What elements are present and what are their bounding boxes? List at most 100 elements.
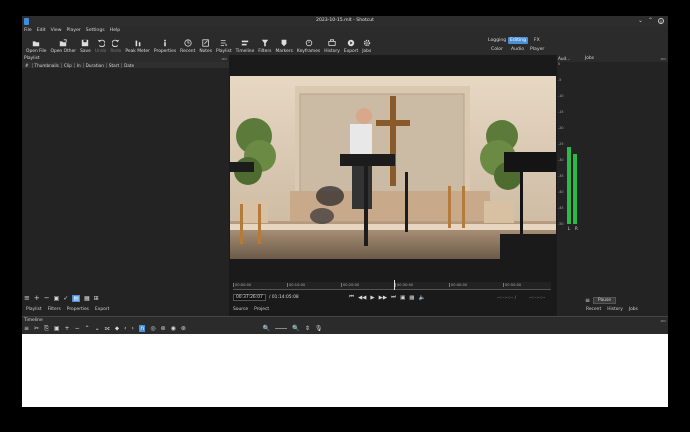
tab-filters[interactable]: Filters bbox=[48, 307, 61, 312]
menu-icon[interactable]: ≡ bbox=[24, 325, 29, 332]
record-audio-icon[interactable]: 🎙 bbox=[315, 325, 323, 332]
layout-color[interactable]: Color bbox=[491, 47, 503, 52]
layout-fx[interactable]: FX bbox=[534, 38, 540, 43]
menu-settings[interactable]: Settings bbox=[86, 28, 105, 33]
tiles-view-icon[interactable]: ▦ bbox=[84, 295, 90, 302]
append-icon[interactable]: + bbox=[65, 325, 70, 332]
check-icon[interactable]: ✓ bbox=[63, 295, 68, 302]
zoom-slider[interactable] bbox=[275, 327, 288, 329]
history-button[interactable]: History bbox=[322, 36, 342, 54]
add-icon[interactable]: + bbox=[34, 294, 40, 302]
menu-icon[interactable]: ≡ bbox=[24, 294, 30, 302]
ripple-all-icon[interactable]: ◉ bbox=[171, 325, 176, 332]
zoom-in-icon[interactable]: 🔍 bbox=[292, 325, 299, 332]
open-other-button[interactable]: Open Other bbox=[48, 36, 78, 54]
playhead[interactable] bbox=[393, 280, 395, 290]
column-header[interactable]: Start bbox=[107, 62, 123, 68]
update-icon[interactable]: ▣ bbox=[54, 295, 60, 302]
meter-channel-left: L bbox=[568, 226, 571, 231]
jobs-menu-icon[interactable]: ≡ bbox=[585, 297, 590, 304]
column-header[interactable]: Duration bbox=[84, 62, 107, 68]
peak-meter-button[interactable]: Peak Meter bbox=[123, 36, 152, 54]
play-icon[interactable]: ▶ bbox=[370, 295, 374, 301]
tab-jobs[interactable]: Jobs bbox=[629, 307, 638, 312]
timeline-button[interactable]: Timeline bbox=[234, 36, 257, 54]
layout-editing[interactable]: Editing bbox=[508, 37, 528, 44]
menu-help[interactable]: Help bbox=[110, 28, 120, 33]
zoom-icon[interactable]: ▣ bbox=[400, 295, 405, 301]
skip-to-start-icon[interactable]: ⏮ bbox=[349, 294, 354, 301]
pause-button[interactable]: Pause bbox=[593, 297, 616, 304]
timeline-tracks[interactable] bbox=[22, 334, 668, 407]
ruler-tick-label: 00:20:00 bbox=[341, 283, 360, 287]
menu-file[interactable]: File bbox=[24, 28, 32, 33]
volume-icon[interactable]: 🔈 bbox=[418, 295, 425, 301]
filters-button[interactable]: Filters bbox=[256, 36, 273, 54]
notes-button[interactable]: Notes bbox=[197, 36, 214, 54]
fast-forward-icon[interactable]: ▶▶ bbox=[379, 295, 387, 301]
panel-float-icon[interactable]: ▫▫ bbox=[661, 56, 666, 61]
paste-icon[interactable]: ▣ bbox=[54, 325, 60, 332]
save-button[interactable]: Save bbox=[78, 36, 93, 54]
jobs-button[interactable]: Jobs bbox=[360, 36, 373, 54]
details-view-icon[interactable]: ▤ bbox=[72, 294, 80, 302]
tab-history[interactable]: History bbox=[607, 307, 623, 312]
panel-float-icon[interactable]: ▫▫ bbox=[222, 56, 227, 61]
remove-icon[interactable]: − bbox=[44, 294, 50, 302]
redo-button[interactable]: Redo bbox=[108, 36, 123, 54]
previous-marker-icon[interactable]: ‹ bbox=[124, 325, 126, 332]
next-marker-icon[interactable]: › bbox=[132, 325, 134, 332]
minimize-icon[interactable]: ⌄ bbox=[638, 18, 643, 24]
keyframes-button[interactable]: Keyframes bbox=[295, 36, 322, 54]
open-file-button[interactable]: Open File bbox=[24, 36, 48, 54]
cut-icon[interactable]: ✂ bbox=[34, 325, 39, 332]
panel-float-icon[interactable]: ▫▫ bbox=[661, 318, 666, 323]
ripple-markers-icon[interactable]: ⊛ bbox=[181, 325, 186, 332]
properties-button[interactable]: Properties bbox=[152, 36, 178, 54]
ripple-delete-icon[interactable]: − bbox=[75, 325, 80, 332]
window-title: 2023-10-15.mlt - Shotcut bbox=[316, 18, 374, 23]
close-icon[interactable]: × bbox=[658, 18, 664, 24]
ripple-icon[interactable]: ⊚ bbox=[161, 325, 166, 332]
split-icon[interactable]: ⟗ bbox=[105, 325, 110, 332]
marker-icon[interactable]: ⬥ bbox=[115, 325, 119, 332]
column-header[interactable]: # bbox=[22, 62, 33, 68]
tab-project[interactable]: Project bbox=[254, 307, 269, 312]
player-ruler[interactable]: 00:00:00 00:10:00 00:20:00 00:30:00 00:40:00… bbox=[233, 280, 551, 290]
layout-logging[interactable]: Logging bbox=[488, 38, 506, 43]
tab-recent[interactable]: Recent bbox=[586, 307, 601, 312]
tab-playlist[interactable]: Playlist bbox=[26, 307, 42, 312]
layout-audio[interactable]: Audio bbox=[511, 47, 524, 52]
layout-player[interactable]: Player bbox=[530, 47, 544, 52]
snap-icon[interactable]: ∩ bbox=[138, 324, 146, 332]
column-header[interactable]: Thumbnails bbox=[33, 62, 62, 68]
recent-button[interactable]: Recent bbox=[178, 36, 197, 54]
playlist-button[interactable]: Playlist bbox=[214, 36, 234, 54]
copy-icon[interactable]: ⎘ bbox=[44, 325, 49, 332]
menu-edit[interactable]: Edit bbox=[37, 28, 46, 33]
column-header[interactable]: Date bbox=[122, 63, 136, 68]
grid-icon[interactable]: ▦ bbox=[409, 295, 414, 301]
undo-button[interactable]: Undo bbox=[93, 36, 108, 54]
export-button[interactable]: Export bbox=[342, 36, 360, 54]
maximize-icon[interactable]: ⌃ bbox=[648, 18, 653, 24]
overwrite-icon[interactable]: ⌄ bbox=[95, 325, 100, 332]
ruler-tick-label: 00:30:00 bbox=[395, 283, 414, 287]
tab-properties[interactable]: Properties bbox=[67, 307, 89, 312]
menu-player[interactable]: Player bbox=[67, 28, 81, 33]
rewind-icon[interactable]: ◀◀ bbox=[358, 295, 366, 301]
skip-to-end-icon[interactable]: ⏭ bbox=[391, 294, 396, 301]
markers-button[interactable]: Markers bbox=[273, 36, 294, 54]
scrub-icon[interactable]: ◎ bbox=[150, 325, 155, 332]
zoom-fit-icon[interactable]: ⇕ bbox=[305, 325, 310, 332]
player-panel: 00:00:00 00:10:00 00:20:00 00:30:00 00:40:00… bbox=[229, 55, 557, 316]
menu-view[interactable]: View bbox=[51, 28, 62, 33]
zoom-out-icon[interactable]: 🔍 bbox=[263, 325, 270, 332]
tab-source[interactable]: Source bbox=[233, 307, 248, 312]
tab-export[interactable]: Export bbox=[95, 307, 109, 312]
timecode-field[interactable]: 00:37:26:07 bbox=[233, 294, 266, 301]
column-header[interactable]: In bbox=[75, 62, 84, 68]
column-header[interactable]: Clip bbox=[62, 62, 75, 68]
icons-view-icon[interactable]: ⊞ bbox=[94, 295, 99, 302]
lift-icon[interactable]: ⌃ bbox=[85, 325, 90, 332]
